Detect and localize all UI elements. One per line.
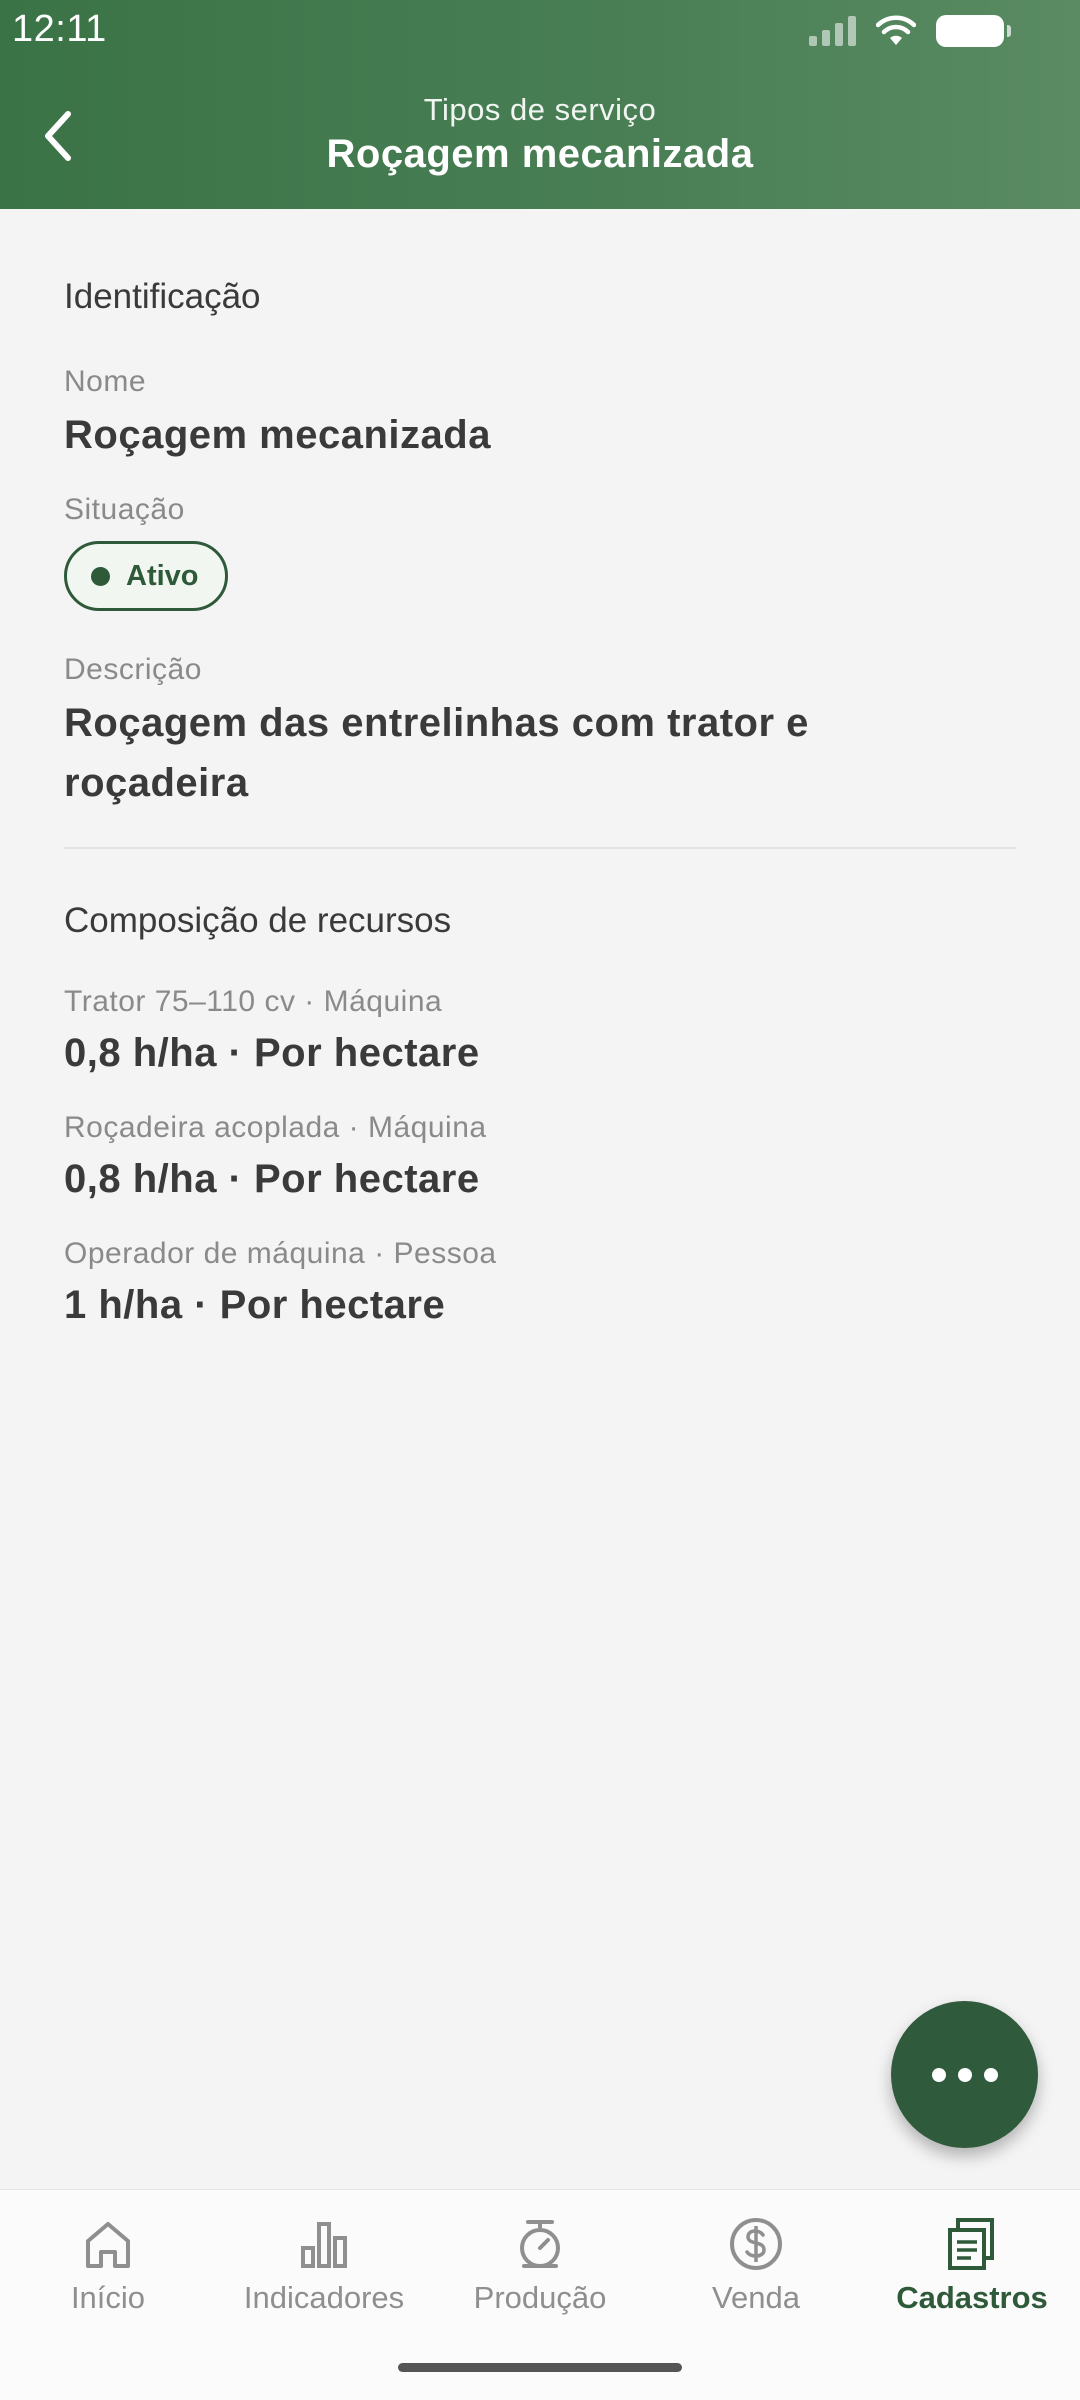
nav-item-cadastros[interactable]: Cadastros bbox=[864, 2190, 1080, 2340]
name-value: Roçagem mecanizada bbox=[64, 413, 491, 457]
status-badge: Ativo bbox=[64, 541, 228, 611]
nav-label: Cadastros bbox=[896, 2280, 1048, 2315]
detail-content: Identificação Nome Roçagem mecanizada Si… bbox=[64, 209, 1016, 1335]
resource-value: 0,8 h/ha · Por hectare bbox=[64, 1031, 480, 1075]
nav-label: Venda bbox=[712, 2280, 800, 2315]
more-horizontal-icon-dot bbox=[957, 2067, 972, 2082]
more-actions-button[interactable] bbox=[891, 2001, 1038, 2148]
description-value: Roçagem das entrelinhas com trator e roç… bbox=[64, 693, 1016, 813]
more-horizontal-icon-dot bbox=[983, 2067, 998, 2082]
nav-item-inicio[interactable]: Início bbox=[0, 2190, 216, 2340]
header-subtitle: Tipos de serviço bbox=[423, 92, 657, 127]
name-label: Nome bbox=[64, 365, 147, 398]
resources-section-title: Composição de recursos bbox=[64, 901, 452, 940]
resource-label: Trator 75–110 cv · Máquina bbox=[64, 985, 443, 1018]
resource-value: 1 h/ha · Por hectare bbox=[64, 1283, 446, 1327]
wifi-icon bbox=[876, 15, 916, 45]
nav-item-venda[interactable]: Venda bbox=[648, 2190, 864, 2340]
nav-label: Início bbox=[70, 2280, 146, 2315]
status-time: 12:11 bbox=[12, 8, 107, 50]
identification-section-title: Identificação bbox=[64, 277, 261, 316]
signal-icon bbox=[809, 16, 856, 46]
status-label: Situação bbox=[64, 493, 185, 526]
description-label: Descrição bbox=[64, 653, 202, 686]
home-indicator[interactable] bbox=[398, 2363, 682, 2372]
nav-item-indicadores[interactable]: Indicadores bbox=[216, 2190, 432, 2340]
resource-item: Operador de máquina · Pessoa 1 h/ha · Po… bbox=[64, 1237, 1016, 1335]
section-divider bbox=[64, 847, 1016, 849]
bar-chart-icon bbox=[301, 2222, 347, 2268]
status-badge-label: Ativo bbox=[126, 559, 199, 592]
resource-label: Roçadeira acoplada · Máquina bbox=[64, 1111, 487, 1144]
resource-item: Roçadeira acoplada · Máquina 0,8 h/ha · … bbox=[64, 1111, 1016, 1209]
resource-label: Operador de máquina · Pessoa bbox=[64, 1237, 497, 1270]
home-icon bbox=[86, 2222, 130, 2268]
resource-value: 0,8 h/ha · Por hectare bbox=[64, 1157, 480, 1201]
registry-icon bbox=[948, 2218, 994, 2270]
battery-icon bbox=[936, 15, 1011, 47]
more-horizontal-icon bbox=[931, 2067, 946, 2082]
nav-item-producao[interactable]: Produção bbox=[432, 2190, 648, 2340]
app-header: 12:11 Tipos de serviço Roçagem mecanizad… bbox=[0, 0, 1080, 209]
nav-label: Produção bbox=[473, 2280, 607, 2315]
page-title: Roçagem mecanizada bbox=[326, 132, 754, 176]
scale-icon bbox=[520, 2220, 560, 2268]
description-line: Roçagem das entrelinhas com trator e bbox=[64, 701, 809, 745]
status-dot-icon bbox=[91, 566, 110, 586]
dollar-icon bbox=[730, 2218, 782, 2270]
resource-item: Trator 75–110 cv · Máquina 0,8 h/ha · Po… bbox=[64, 985, 1016, 1083]
description-line: roçadeira bbox=[64, 761, 249, 805]
nav-label: Indicadores bbox=[243, 2280, 405, 2315]
status-icons bbox=[809, 14, 1011, 48]
